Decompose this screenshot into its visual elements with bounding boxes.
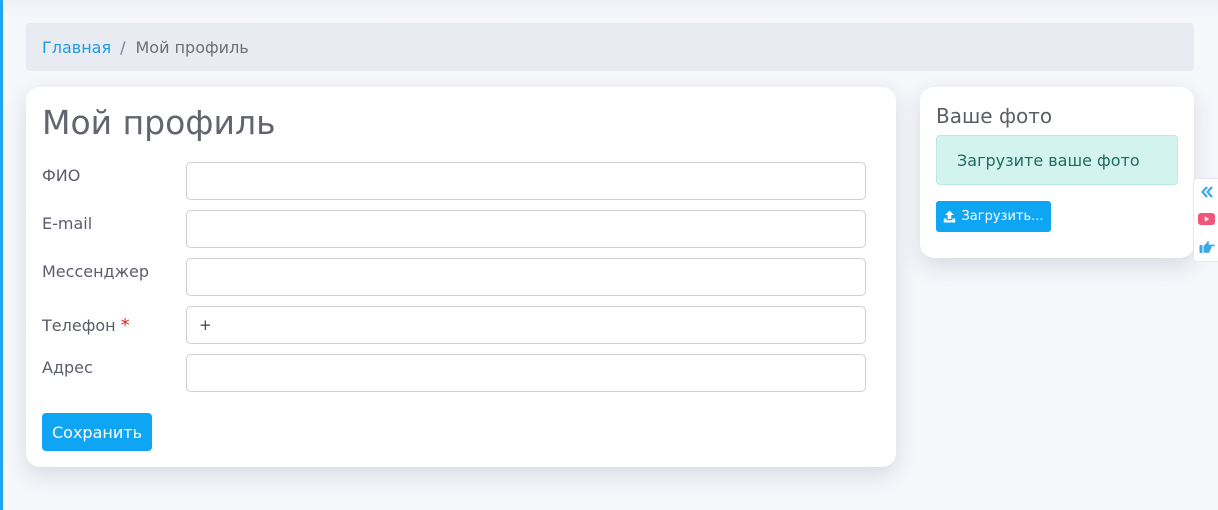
breadcrumb-home-link[interactable]: Главная — [42, 38, 111, 57]
fio-label: ФИО — [42, 166, 80, 185]
email-label-text: E-mail — [42, 214, 93, 233]
photo-title: Ваше фото — [936, 104, 1053, 128]
required-marker: * — [120, 315, 130, 336]
upload-photo-button[interactable]: Загрузить... — [936, 201, 1051, 232]
breadcrumb: Главная / Мой профиль — [26, 23, 1194, 71]
phone-label: Телефон * — [42, 315, 130, 336]
email-field[interactable] — [186, 210, 866, 248]
form-row-fio: ФИО — [42, 162, 866, 200]
youtube-icon — [1198, 213, 1215, 225]
save-button[interactable]: Сохранить — [42, 413, 152, 451]
side-toolbar — [1193, 178, 1218, 262]
fio-field[interactable] — [186, 162, 866, 200]
breadcrumb-separator: / — [120, 37, 126, 57]
address-field[interactable] — [186, 354, 866, 392]
breadcrumb-current: Мой профиль — [135, 37, 249, 57]
help-pointer-button[interactable] — [1194, 234, 1218, 260]
double-chevron-left-icon — [1200, 186, 1214, 198]
form-row-messenger: Мессенджер — [42, 258, 866, 296]
top-bar — [3, 0, 1218, 18]
form-row-address: Адрес — [42, 354, 866, 392]
form-row-email: E-mail — [42, 210, 866, 248]
phone-label-text: Телефон — [42, 316, 116, 335]
upload-photo-alert-text: Загрузите ваше фото — [957, 150, 1140, 170]
upload-icon — [943, 210, 956, 223]
messenger-label-text: Мессенджер — [42, 262, 150, 281]
profile-card: Мой профиль ФИО E-mail Мессенджер Телефо… — [26, 87, 896, 467]
collapse-button[interactable] — [1194, 179, 1218, 205]
messenger-label: Мессенджер — [42, 262, 149, 281]
phone-field[interactable] — [186, 306, 866, 344]
form-row-phone: Телефон * — [42, 306, 866, 344]
address-label: Адрес — [42, 358, 93, 377]
left-accent-bar — [0, 0, 3, 510]
fio-label-text: ФИО — [42, 166, 81, 185]
messenger-field[interactable] — [186, 258, 866, 296]
upload-photo-alert: Загрузите ваше фото — [936, 135, 1178, 185]
address-label-text: Адрес — [42, 358, 93, 377]
page-title: Мой профиль — [42, 103, 276, 142]
pointing-hand-icon — [1199, 240, 1215, 254]
upload-button-label: Загрузить... — [961, 209, 1044, 224]
youtube-button[interactable] — [1194, 206, 1218, 232]
photo-card: Ваше фото Загрузите ваше фото Загрузить.… — [920, 87, 1194, 258]
email-label: E-mail — [42, 214, 92, 233]
